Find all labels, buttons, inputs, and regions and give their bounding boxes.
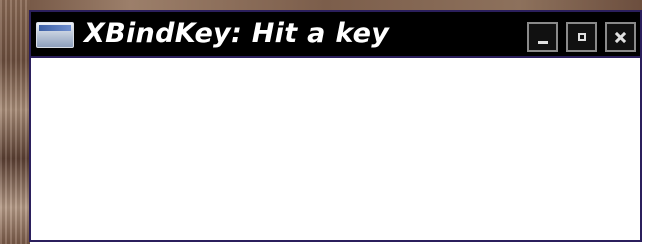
minimize-button[interactable]	[527, 22, 558, 52]
window-title: XBindKey: Hit a key	[84, 18, 390, 49]
maximize-button[interactable]	[566, 22, 597, 52]
xbindkey-window: XBindKey: Hit a key	[29, 10, 642, 242]
minimize-icon	[537, 40, 548, 44]
window-icon[interactable]	[36, 22, 74, 48]
window-titlebar[interactable]: XBindKey: Hit a key	[31, 12, 640, 58]
desktop-margin	[642, 0, 650, 244]
desktop-background-edge	[0, 0, 30, 244]
screen: XBindKey: Hit a key	[0, 0, 650, 244]
desktop-background	[0, 0, 650, 10]
key-capture-area[interactable]	[31, 58, 640, 240]
close-icon	[615, 32, 626, 43]
maximize-icon	[577, 33, 586, 41]
close-button[interactable]	[605, 22, 636, 52]
